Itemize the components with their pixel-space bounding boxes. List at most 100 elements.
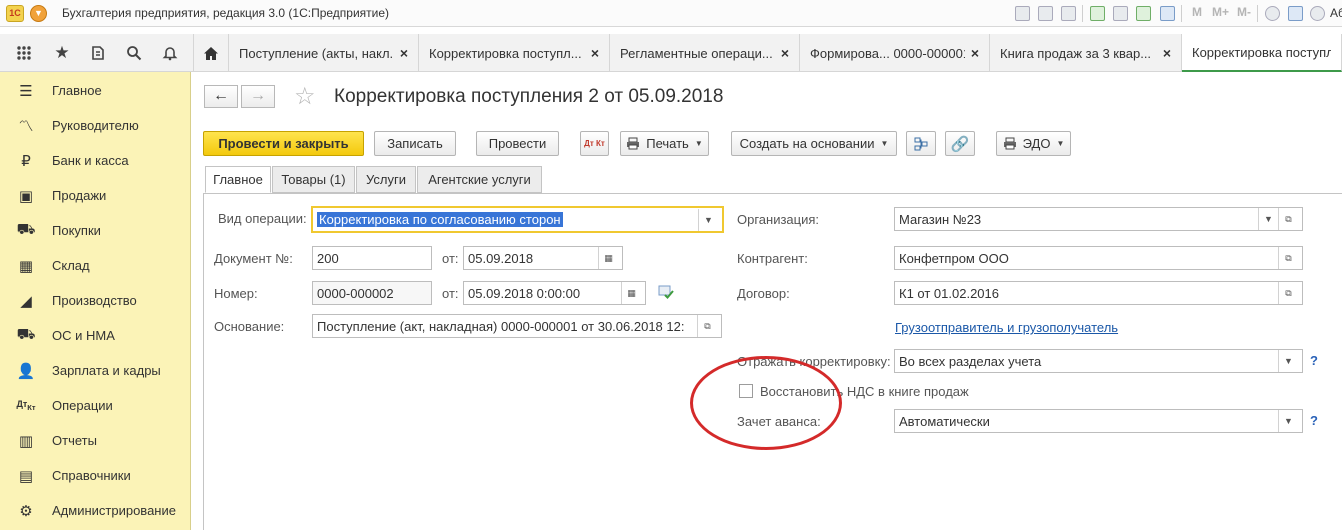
print-button[interactable]: Печать ▼ xyxy=(620,131,709,156)
number-date-input[interactable]: 05.09.2018 0:00:00 ▦ xyxy=(463,281,646,305)
chevron-down-icon[interactable]: ▼ xyxy=(1278,410,1298,432)
tab-formation[interactable]: Формирова... 0000-000001 × xyxy=(800,34,990,72)
sidebar-item-directories[interactable]: ▤ Справочники xyxy=(0,458,191,493)
copy-icon[interactable] xyxy=(1113,6,1128,21)
contract-input[interactable]: К1 от 01.02.2016 ⧉ xyxy=(894,281,1303,305)
advance-offset-select[interactable]: Автоматически ▼ xyxy=(894,409,1303,433)
apps-grid-icon[interactable] xyxy=(6,34,42,72)
memory-m-button[interactable]: M xyxy=(1192,5,1202,19)
sidebar-item-assets[interactable]: ⛟ ОС и НМА xyxy=(0,318,191,353)
divider xyxy=(203,193,204,530)
edit-check-icon[interactable] xyxy=(658,285,674,299)
sidebar-item-label: Склад xyxy=(52,258,90,273)
open-icon[interactable]: ⧉ xyxy=(697,315,717,337)
tab-label: Поступление (акты, накл... xyxy=(239,45,394,61)
memory-minus-button[interactable]: M- xyxy=(1237,5,1251,19)
memory-plus-button[interactable]: M+ xyxy=(1212,5,1229,19)
organization-select[interactable]: Магазин №23 ▼ ⧉ xyxy=(894,207,1303,231)
trend-icon: 〽 xyxy=(18,118,34,135)
sidebar-item-bank[interactable]: ₽ Банк и касса xyxy=(0,143,191,178)
warehouse-icon: ▦ xyxy=(18,257,34,275)
sidebar-item-director[interactable]: 〽 Руководителю xyxy=(0,108,191,143)
calendar-icon[interactable] xyxy=(1160,6,1175,21)
search-icon[interactable] xyxy=(116,34,152,72)
sidebar-item-admin[interactable]: ⚙ Администрирование xyxy=(0,493,191,528)
open-icon[interactable]: ⧉ xyxy=(1278,282,1298,304)
sidebar-item-purchases[interactable]: ⛟ Покупки xyxy=(0,213,191,248)
dt-kt-button[interactable]: Дт Кт xyxy=(580,131,609,156)
save-icon[interactable] xyxy=(1015,6,1030,21)
home-button[interactable] xyxy=(193,34,229,72)
chevron-down-icon: ▼ xyxy=(880,139,889,148)
tab-receipt[interactable]: Поступление (акты, накл... × xyxy=(229,34,419,72)
back-button[interactable]: ← xyxy=(204,85,238,108)
panels-icon[interactable] xyxy=(1288,6,1303,21)
sidebar-item-warehouse[interactable]: ▦ Склад xyxy=(0,248,191,283)
info-icon[interactable] xyxy=(1310,6,1325,21)
tab-sales-book[interactable]: Книга продаж за 3 квар... × xyxy=(990,34,1182,72)
document-date-input[interactable]: 05.09.2018 ▦ xyxy=(463,246,623,270)
print-icon[interactable] xyxy=(1038,6,1053,21)
post-button[interactable]: Провести xyxy=(476,131,559,156)
upload-icon[interactable] xyxy=(1090,6,1105,21)
close-icon[interactable]: × xyxy=(781,45,789,61)
open-icon[interactable]: ⧉ xyxy=(1278,208,1298,230)
calendar-icon[interactable]: ▦ xyxy=(598,247,618,269)
preview-icon[interactable] xyxy=(1061,6,1076,21)
sidebar-item-label: Покупки xyxy=(52,223,101,238)
tab-regulatory-operations[interactable]: Регламентные операци... × xyxy=(610,34,800,72)
chevron-down-icon[interactable]: ▼ xyxy=(698,208,718,231)
tab-correction-1[interactable]: Корректировка поступл... × xyxy=(419,34,610,72)
forward-button[interactable]: → xyxy=(241,85,275,108)
save-button[interactable]: Записать xyxy=(374,131,456,156)
edo-button[interactable]: ЭДО ▼ xyxy=(996,131,1071,156)
favorites-star-icon[interactable]: ★ xyxy=(44,34,80,72)
tab-correction-active[interactable]: Корректировка поступл... xyxy=(1182,34,1342,72)
close-icon[interactable]: × xyxy=(971,45,979,61)
close-icon[interactable]: × xyxy=(591,45,599,61)
tab-main[interactable]: Главное xyxy=(205,166,271,193)
calendar-icon[interactable]: ▦ xyxy=(621,282,641,304)
page-title: Корректировка поступления 2 от 05.09.201… xyxy=(334,86,724,107)
basis-input[interactable]: Поступление (акт, накладная) 0000-000001… xyxy=(312,314,722,338)
close-icon[interactable]: × xyxy=(400,45,408,61)
sidebar-item-sales[interactable]: ▣ Продажи xyxy=(0,178,191,213)
help-icon[interactable]: ? xyxy=(1310,413,1318,428)
main-menu-button[interactable]: ▼ xyxy=(30,5,47,22)
chevron-down-icon[interactable]: ▼ xyxy=(1258,208,1278,230)
close-icon[interactable]: × xyxy=(1163,45,1171,61)
chevron-down-icon[interactable]: ▼ xyxy=(1278,350,1298,372)
contract-value: К1 от 01.02.2016 xyxy=(899,285,999,301)
document-number-input[interactable]: 200 xyxy=(312,246,432,270)
create-based-on-button[interactable]: Создать на основании ▼ xyxy=(731,131,897,156)
user-name[interactable]: Аб xyxy=(1330,6,1342,20)
sidebar-item-main[interactable]: ☰ Главное xyxy=(0,73,191,108)
notifications-bell-icon[interactable] xyxy=(152,34,188,72)
favorite-star-icon[interactable]: ☆ xyxy=(294,82,316,111)
sidebar-item-operations[interactable]: ДтКт Операции xyxy=(0,388,191,423)
post-and-close-button[interactable]: Провести и закрыть xyxy=(203,131,364,156)
number-input[interactable]: 0000-000002 xyxy=(312,281,432,305)
tab-goods[interactable]: Товары (1) xyxy=(272,166,355,193)
calculator-icon[interactable] xyxy=(1136,6,1151,21)
shipper-consignee-link[interactable]: Грузоотправитель и грузополучатель xyxy=(895,320,1118,335)
sidebar-item-salary[interactable]: 👤 Зарплата и кадры xyxy=(0,353,191,388)
sidebar-item-production[interactable]: ◢ Производство xyxy=(0,283,191,318)
tab-agent-services[interactable]: Агентские услуги xyxy=(417,166,542,193)
sidebar-item-reports[interactable]: ▥ Отчеты xyxy=(0,423,191,458)
tab-services[interactable]: Услуги xyxy=(356,166,416,193)
tab-label: Формирова... 0000-000001 xyxy=(810,45,965,61)
attachments-button[interactable]: 🔗 xyxy=(945,131,975,156)
reflect-correction-select[interactable]: Во всех разделах учета ▼ xyxy=(894,349,1303,373)
contractor-input[interactable]: Конфетпром ООО ⧉ xyxy=(894,246,1303,270)
divider xyxy=(203,193,1342,194)
help-icon[interactable]: ? xyxy=(1310,353,1318,368)
sidebar-item-label: Операции xyxy=(52,398,113,413)
structure-button[interactable] xyxy=(906,131,936,156)
operation-type-select[interactable]: Корректировка по согласованию сторон ▼ xyxy=(311,206,724,233)
history-icon[interactable] xyxy=(80,34,116,72)
print-label: Печать xyxy=(646,136,689,151)
basis-label: Основание: xyxy=(214,319,285,334)
open-icon[interactable]: ⧉ xyxy=(1278,247,1298,269)
zoom-icon[interactable] xyxy=(1265,6,1280,21)
